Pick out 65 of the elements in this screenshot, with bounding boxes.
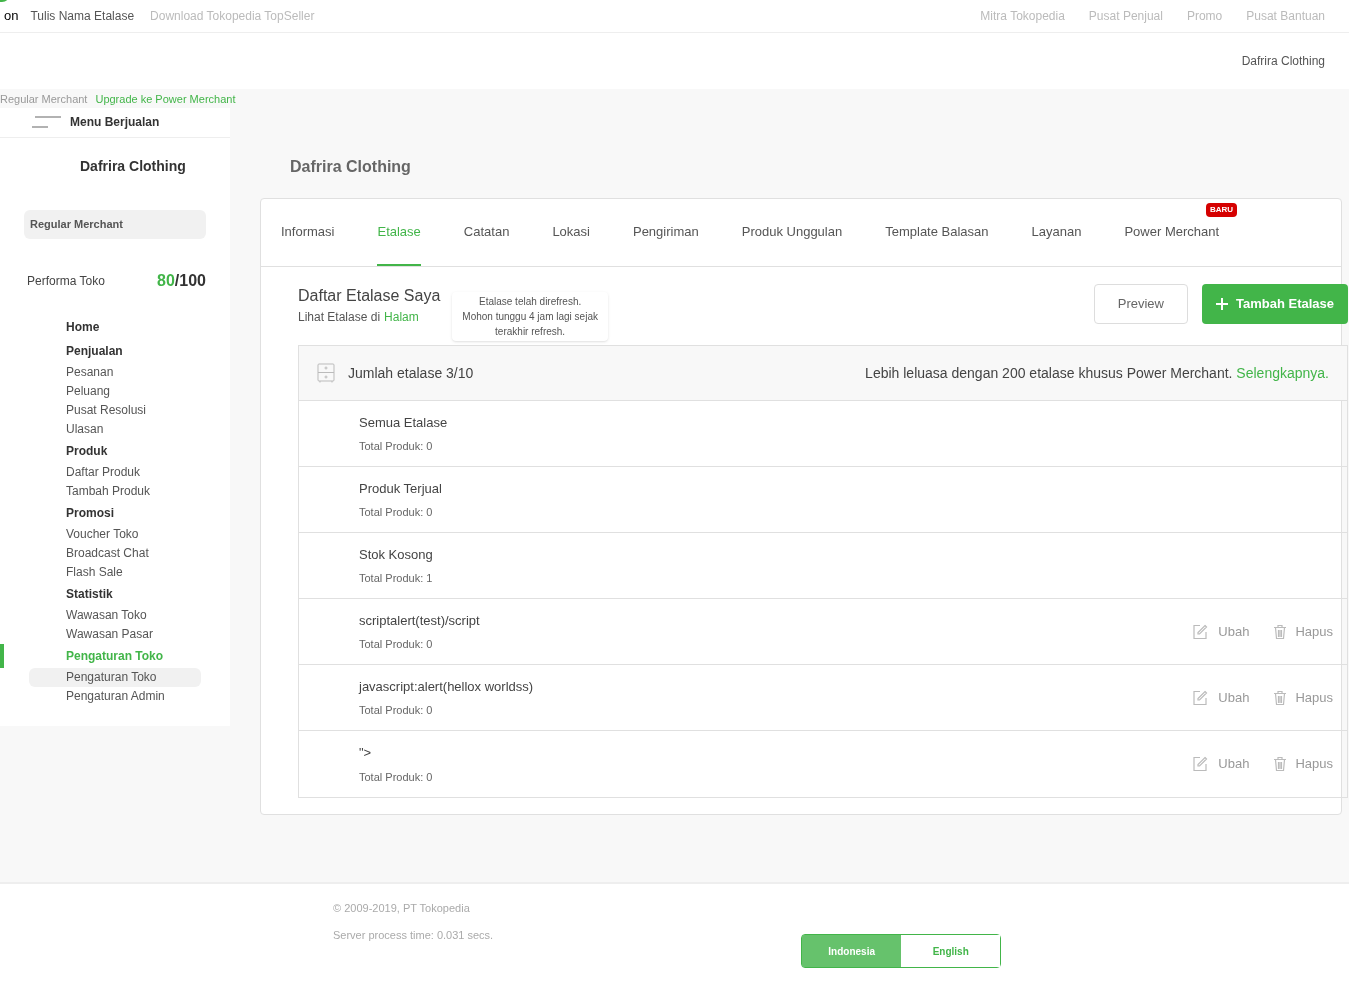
shop-name-link[interactable]: Dafrira Clothing bbox=[1241, 52, 1325, 70]
etalase-name: javascript:alert(hellox worldss) bbox=[359, 677, 534, 696]
sidebar-item[interactable]: Pengaturan Toko bbox=[29, 667, 201, 687]
pencil-icon bbox=[1192, 756, 1209, 772]
product-count: Total Produk: 0 bbox=[359, 769, 433, 785]
page-title: Dafrira Clothing bbox=[290, 157, 412, 177]
tab[interactable]: Lokasi bbox=[552, 199, 590, 266]
tab[interactable]: Template Balasan bbox=[885, 199, 989, 266]
text-fragment: on bbox=[4, 7, 19, 26]
section-title: Daftar Etalase Saya bbox=[298, 286, 441, 306]
tab[interactable]: Produk Unggulan bbox=[741, 199, 843, 266]
etalase-name: "> bbox=[359, 744, 373, 762]
sidebar-section[interactable]: Home bbox=[0, 317, 100, 336]
product-count: Total Produk: 0 bbox=[359, 703, 434, 718]
tab[interactable]: Catatan bbox=[463, 199, 510, 266]
sidebar-item[interactable]: Voucher Toko bbox=[29, 524, 201, 544]
subtitle-text: Lihat Etalase di bbox=[298, 309, 381, 326]
copyright-text: © 2009-2019, PT Tokopedia bbox=[333, 901, 471, 916]
etalase-name: Stok Kosong bbox=[359, 545, 433, 564]
product-count: Total Produk: 0 bbox=[359, 505, 434, 520]
sidebar-item[interactable]: Wawasan Toko bbox=[29, 605, 201, 625]
etalase-name: Semua Etalase bbox=[359, 413, 448, 432]
sidebar-item[interactable]: Pengaturan Admin bbox=[29, 686, 201, 706]
etalase-name: Produk Terjual bbox=[359, 479, 442, 498]
sidebar-item[interactable]: Tambah Produk bbox=[29, 481, 201, 501]
etalase-name: scriptalert(test)/script bbox=[359, 611, 480, 630]
shop-name: Dafrira Clothing bbox=[79, 156, 187, 176]
performance-label: Performa Toko bbox=[27, 272, 105, 290]
promo-text: Lebih leluasa dengan 200 etalase khusus Power Merchant. Selengkapnya. bbox=[865, 363, 1329, 383]
server-time-text: Server process time: 0.031 secs. bbox=[333, 927, 494, 943]
menu-title: Menu Berjualan bbox=[70, 114, 160, 131]
trash-icon bbox=[1273, 756, 1288, 772]
sidebar-item[interactable]: Pesanan bbox=[29, 362, 201, 382]
sidebar-section[interactable]: Produk bbox=[0, 441, 108, 460]
sidebar-item[interactable]: Wawasan Pasar bbox=[29, 624, 201, 644]
preview-button[interactable]: Preview bbox=[1093, 284, 1188, 324]
tab[interactable]: Pengiriman bbox=[632, 199, 699, 266]
plus-icon bbox=[1215, 298, 1228, 310]
sidebar-item[interactable]: Pusat Resolusi bbox=[29, 400, 201, 420]
refresh-tooltip: Etalase telah direfresh. Mohon tunggu 4 jam lagi sejak terakhir refresh. bbox=[452, 292, 608, 341]
sidebar-section[interactable]: Statistik bbox=[0, 584, 113, 603]
new-badge: BARU bbox=[1206, 203, 1238, 217]
merchant-badge: Regular Merchant bbox=[24, 209, 206, 239]
product-count: Total Produk: 0 bbox=[359, 439, 434, 454]
product-count: Total Produk: 0 bbox=[359, 637, 434, 652]
sidebar-item[interactable]: Daftar Produk bbox=[29, 462, 201, 482]
product-count: Total Produk: 1 bbox=[359, 571, 433, 586]
trash-icon bbox=[1273, 623, 1288, 640]
sidebar-item[interactable]: Flash Sale bbox=[29, 562, 201, 582]
pencil-icon bbox=[1192, 623, 1209, 640]
performance-score: 80/100 bbox=[157, 270, 206, 291]
cabinet-icon bbox=[317, 363, 335, 383]
sidebar-section[interactable]: Promosi bbox=[0, 503, 114, 522]
etalase-count: Jumlah etalase 3/10 bbox=[348, 363, 474, 383]
sidebar-item[interactable]: Peluang bbox=[29, 381, 201, 401]
sidebar-item[interactable]: Broadcast Chat bbox=[29, 543, 201, 563]
tab[interactable]: Layanan bbox=[1031, 199, 1082, 266]
trash-icon bbox=[1273, 689, 1288, 706]
broken-label: Tulis Nama Etalase bbox=[30, 8, 135, 25]
sidebar-section[interactable]: Penjualan bbox=[0, 341, 123, 360]
tab[interactable]: Informasi bbox=[281, 199, 335, 266]
menu-icon[interactable] bbox=[32, 116, 62, 128]
merchant-status: Regular Merchant bbox=[0, 92, 88, 107]
pencil-icon bbox=[1192, 689, 1209, 706]
sidebar-item[interactable]: Ulasan bbox=[29, 419, 201, 439]
